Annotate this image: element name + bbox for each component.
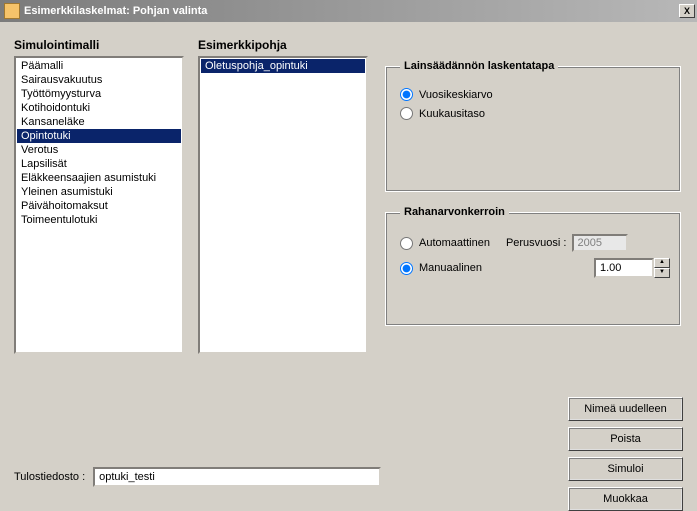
titlebar: Esimerkkilaskelmat: Pohjan valinta X: [0, 0, 697, 22]
simulointi-listbox[interactable]: PäämalliSairausvakuutusTyöttömyysturvaKo…: [14, 56, 184, 354]
radio-manuaalinen[interactable]: [400, 262, 413, 275]
rahakerroin-legend: Rahanarvonkerroin: [400, 206, 509, 218]
radio-automaattinen[interactable]: [400, 237, 413, 250]
label-kuukausitaso: Kuukausitaso: [419, 108, 485, 120]
output-label: Tulostiedosto :: [14, 471, 85, 483]
esimerkki-column: Esimerkkipohja Oletuspohja_opintuki: [198, 38, 368, 354]
client-area: Simulointimalli PäämalliSairausvakuutusT…: [0, 22, 697, 500]
esimerkki-listbox[interactable]: Oletuspohja_opintuki: [198, 56, 368, 354]
edit-button[interactable]: Muokkaa: [568, 487, 683, 511]
close-button[interactable]: X: [679, 4, 695, 18]
output-row: Tulostiedosto :: [14, 467, 381, 487]
label-manuaalinen: Manuaalinen: [419, 262, 482, 274]
list-item[interactable]: Oletuspohja_opintuki: [201, 59, 365, 73]
rahakerroin-group: Rahanarvonkerroin Automaattinen Perusvuo…: [385, 206, 681, 326]
kerroin-input[interactable]: [594, 258, 654, 278]
label-vuosikeskiarvo: Vuosikeskiarvo: [419, 89, 493, 101]
simulointi-column: Simulointimalli PäämalliSairausvakuutusT…: [14, 38, 184, 354]
laskentatapa-group: Lainsäädännön laskentatapa Vuosikeskiarv…: [385, 60, 681, 192]
list-item[interactable]: Työttömyysturva: [17, 87, 181, 101]
list-item[interactable]: Sairausvakuutus: [17, 73, 181, 87]
perusvuosi-label: Perusvuosi :: [506, 237, 567, 249]
radio-vuosikeskiarvo[interactable]: [400, 88, 413, 101]
settings-column: Lainsäädännön laskentatapa Vuosikeskiarv…: [385, 60, 681, 340]
simulointi-label: Simulointimalli: [14, 38, 184, 52]
spin-up-icon[interactable]: ▲: [654, 258, 670, 268]
window-title: Esimerkkilaskelmat: Pohjan valinta: [24, 5, 679, 17]
list-item[interactable]: Opintotuki: [17, 129, 181, 143]
radio-kuukausitaso[interactable]: [400, 107, 413, 120]
list-item[interactable]: Lapsilisät: [17, 157, 181, 171]
list-item[interactable]: Yleinen asumistuki: [17, 185, 181, 199]
list-item[interactable]: Päivähoitomaksut: [17, 199, 181, 213]
spin-down-icon[interactable]: ▼: [654, 268, 670, 278]
list-item[interactable]: Verotus: [17, 143, 181, 157]
delete-button[interactable]: Poista: [568, 427, 683, 451]
output-filename-input[interactable]: [93, 467, 381, 487]
action-buttons: Nimeä uudelleen Poista Simuloi Muokkaa: [568, 397, 683, 511]
list-item[interactable]: Päämalli: [17, 59, 181, 73]
app-icon: [4, 3, 20, 19]
list-item[interactable]: Kotihoidontuki: [17, 101, 181, 115]
rename-button[interactable]: Nimeä uudelleen: [568, 397, 683, 421]
perusvuosi-input: [572, 234, 628, 252]
list-item[interactable]: Eläkkeensaajien asumistuki: [17, 171, 181, 185]
esimerkki-label: Esimerkkipohja: [198, 38, 368, 52]
list-item[interactable]: Kansaneläke: [17, 115, 181, 129]
simulate-button[interactable]: Simuloi: [568, 457, 683, 481]
list-item[interactable]: Toimeentulotuki: [17, 213, 181, 227]
laskentatapa-legend: Lainsäädännön laskentatapa: [400, 60, 558, 72]
label-automaattinen: Automaattinen: [419, 237, 490, 249]
